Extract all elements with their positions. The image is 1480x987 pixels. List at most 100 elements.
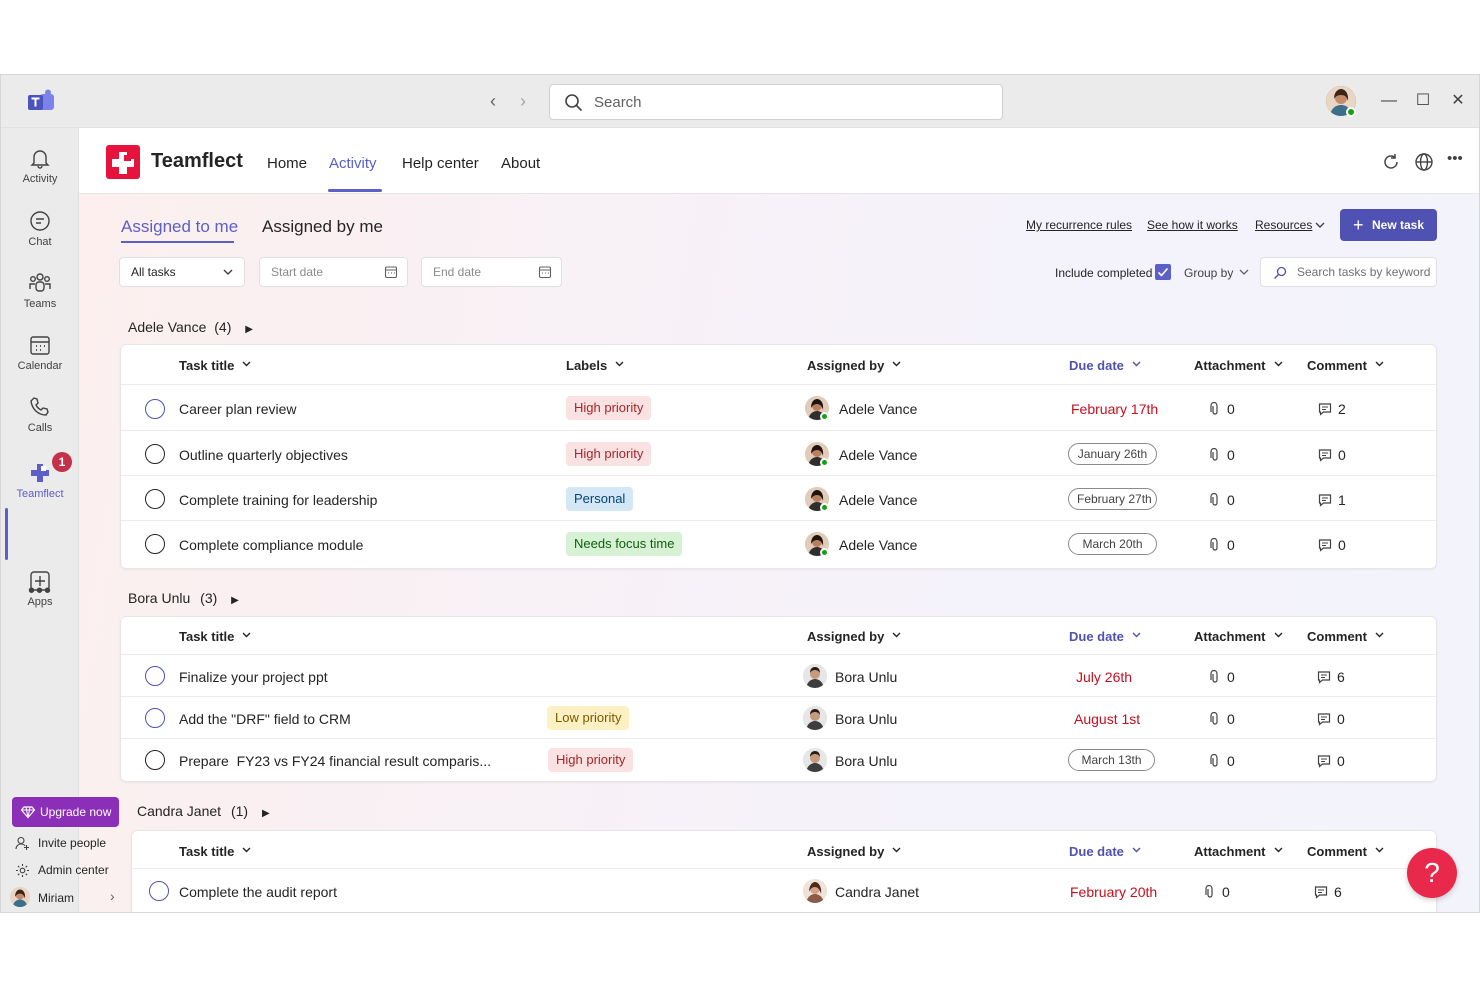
- complete-task-checkbox[interactable]: [145, 534, 165, 554]
- chevron-down-icon: [892, 847, 901, 853]
- tab-activity[interactable]: Activity: [329, 155, 377, 172]
- upgrade-now-button[interactable]: Upgrade now: [12, 797, 119, 827]
- rail-item-chat[interactable]: Chat: [1, 209, 79, 267]
- table-row[interactable]: Outline quarterly objectives High priori…: [121, 431, 1436, 476]
- rail-item-calendar[interactable]: Calendar: [1, 333, 79, 391]
- table-row[interactable]: Career plan review High priority Adele V…: [121, 385, 1436, 431]
- task-title[interactable]: Complete the audit report: [179, 884, 337, 900]
- column-comment[interactable]: Comment: [1307, 629, 1384, 644]
- chevron-down-icon[interactable]: [1315, 221, 1325, 229]
- avatar: [803, 706, 827, 730]
- column-assigned-by[interactable]: Assigned by: [807, 358, 901, 373]
- search-input[interactable]: Search: [549, 84, 1003, 120]
- refresh-icon[interactable]: [1381, 152, 1401, 172]
- complete-task-checkbox[interactable]: [145, 399, 165, 419]
- task-filter-select[interactable]: All tasks: [119, 257, 245, 287]
- minimize-icon[interactable]: —: [1377, 89, 1401, 113]
- user-profile-menu[interactable]: Miriam ›: [10, 887, 120, 909]
- table-row[interactable]: Add the "DRF" field to CRM Low priority …: [121, 697, 1436, 739]
- chevron-down-icon: [615, 361, 624, 367]
- complete-task-checkbox[interactable]: [145, 666, 165, 686]
- teams-logo-icon[interactable]: [27, 89, 55, 115]
- table-header: Task title Assigned by Due date Attachme…: [121, 617, 1436, 655]
- globe-icon[interactable]: [1414, 152, 1434, 172]
- forward-arrow-icon[interactable]: ›: [513, 91, 533, 111]
- end-date-input[interactable]: End date: [421, 257, 562, 287]
- table-row[interactable]: Finalize your project ppt Bora Unlu July…: [121, 655, 1436, 697]
- column-attachment[interactable]: Attachment: [1194, 844, 1283, 859]
- column-assigned-by[interactable]: Assigned by: [807, 629, 901, 644]
- rail-item-teams[interactable]: Teams: [1, 271, 79, 329]
- due-date: March 13th: [1068, 749, 1155, 771]
- tab-help-center[interactable]: Help center: [402, 155, 479, 172]
- tab-home[interactable]: Home: [267, 155, 307, 172]
- paperclip-icon: [1205, 885, 1213, 898]
- avatar: [803, 748, 827, 772]
- more-options-icon[interactable]: •••: [1447, 150, 1463, 167]
- group-header-bora[interactable]: Bora Unlu (3) ▶: [128, 590, 239, 606]
- column-comment[interactable]: Comment: [1307, 844, 1384, 859]
- admin-center-link[interactable]: Admin center: [15, 863, 115, 879]
- complete-task-checkbox[interactable]: [145, 750, 165, 770]
- maximize-icon[interactable]: ☐: [1411, 89, 1435, 113]
- rail-item-calls[interactable]: Calls: [1, 395, 79, 453]
- column-labels[interactable]: Labels: [566, 358, 624, 373]
- column-task-title[interactable]: Task title: [179, 629, 251, 644]
- tab-assigned-by-me[interactable]: Assigned by me: [262, 217, 383, 237]
- rail-item-teamflect[interactable]: Teamflect 1: [1, 452, 79, 519]
- column-due-date[interactable]: Due date: [1069, 629, 1141, 644]
- table-row[interactable]: Prepare FY23 vs FY24 financial result co…: [121, 739, 1436, 781]
- table-row[interactable]: Complete the audit report Candra Janet F…: [132, 869, 1436, 912]
- column-task-title[interactable]: Task title: [179, 844, 251, 859]
- task-title[interactable]: Career plan review: [179, 401, 297, 417]
- column-comment[interactable]: Comment: [1307, 358, 1384, 373]
- comment-icon: [1318, 403, 1332, 416]
- tab-assigned-to-me[interactable]: Assigned to me: [121, 217, 238, 237]
- expand-arrow-icon: ▶: [245, 324, 253, 335]
- recurrence-rules-link[interactable]: My recurrence rules: [1026, 218, 1132, 232]
- column-due-date[interactable]: Due date: [1069, 844, 1141, 859]
- column-attachment[interactable]: Attachment: [1194, 358, 1283, 373]
- task-table-bora: Task title Assigned by Due date Attachme…: [120, 616, 1437, 782]
- task-title[interactable]: Outline quarterly objectives: [179, 447, 348, 463]
- invite-people-link[interactable]: Invite people: [15, 836, 115, 852]
- tab-about[interactable]: About: [501, 155, 540, 172]
- chevron-down-icon: [242, 361, 251, 367]
- include-completed-checkbox[interactable]: [1155, 264, 1171, 280]
- task-title[interactable]: Finalize your project ppt: [179, 669, 328, 685]
- table-row[interactable]: Complete compliance module Needs focus t…: [121, 521, 1436, 567]
- column-task-title[interactable]: Task title: [179, 358, 251, 373]
- rail-item-apps[interactable]: Apps: [1, 569, 79, 627]
- column-attachment[interactable]: Attachment: [1194, 629, 1283, 644]
- task-title[interactable]: Complete compliance module: [179, 537, 363, 553]
- upgrade-now-label: Upgrade now: [40, 805, 112, 819]
- group-header-adele[interactable]: Adele Vance (4) ▶: [128, 319, 253, 335]
- column-assigned-by[interactable]: Assigned by: [807, 844, 901, 859]
- start-date-placeholder: Start date: [271, 265, 324, 279]
- start-date-input[interactable]: Start date: [259, 257, 408, 287]
- how-it-works-link[interactable]: See how it works: [1147, 218, 1238, 232]
- group-name: Adele Vance: [128, 319, 207, 335]
- chevron-down-icon[interactable]: [1239, 268, 1249, 276]
- rail-item-activity[interactable]: Activity: [1, 146, 79, 204]
- complete-task-checkbox[interactable]: [145, 444, 165, 464]
- group-header-candra[interactable]: Candra Janet (1) ▶: [137, 803, 270, 819]
- attachment-count: 0: [1222, 884, 1230, 900]
- keyword-search-input[interactable]: Search tasks by keyword: [1260, 257, 1437, 287]
- new-task-button[interactable]: + New task: [1340, 209, 1437, 241]
- task-title[interactable]: Add the "DRF" field to CRM: [179, 711, 351, 727]
- chevron-down-icon: [1274, 361, 1283, 367]
- task-title[interactable]: Prepare FY23 vs FY24 financial result co…: [179, 753, 491, 769]
- group-by-select[interactable]: Group by: [1184, 266, 1233, 280]
- complete-task-checkbox[interactable]: [149, 881, 169, 901]
- task-title[interactable]: Complete training for leadership: [179, 492, 377, 508]
- help-button[interactable]: ?: [1407, 848, 1457, 898]
- back-arrow-icon[interactable]: ‹: [483, 91, 503, 111]
- resources-link[interactable]: Resources: [1255, 218, 1312, 232]
- column-due-date[interactable]: Due date: [1069, 358, 1141, 373]
- complete-task-checkbox[interactable]: [145, 708, 165, 728]
- table-row[interactable]: Complete training for leadership Persona…: [121, 476, 1436, 521]
- close-icon[interactable]: ✕: [1446, 89, 1470, 113]
- comment-count: 1: [1338, 492, 1346, 508]
- complete-task-checkbox[interactable]: [145, 489, 165, 509]
